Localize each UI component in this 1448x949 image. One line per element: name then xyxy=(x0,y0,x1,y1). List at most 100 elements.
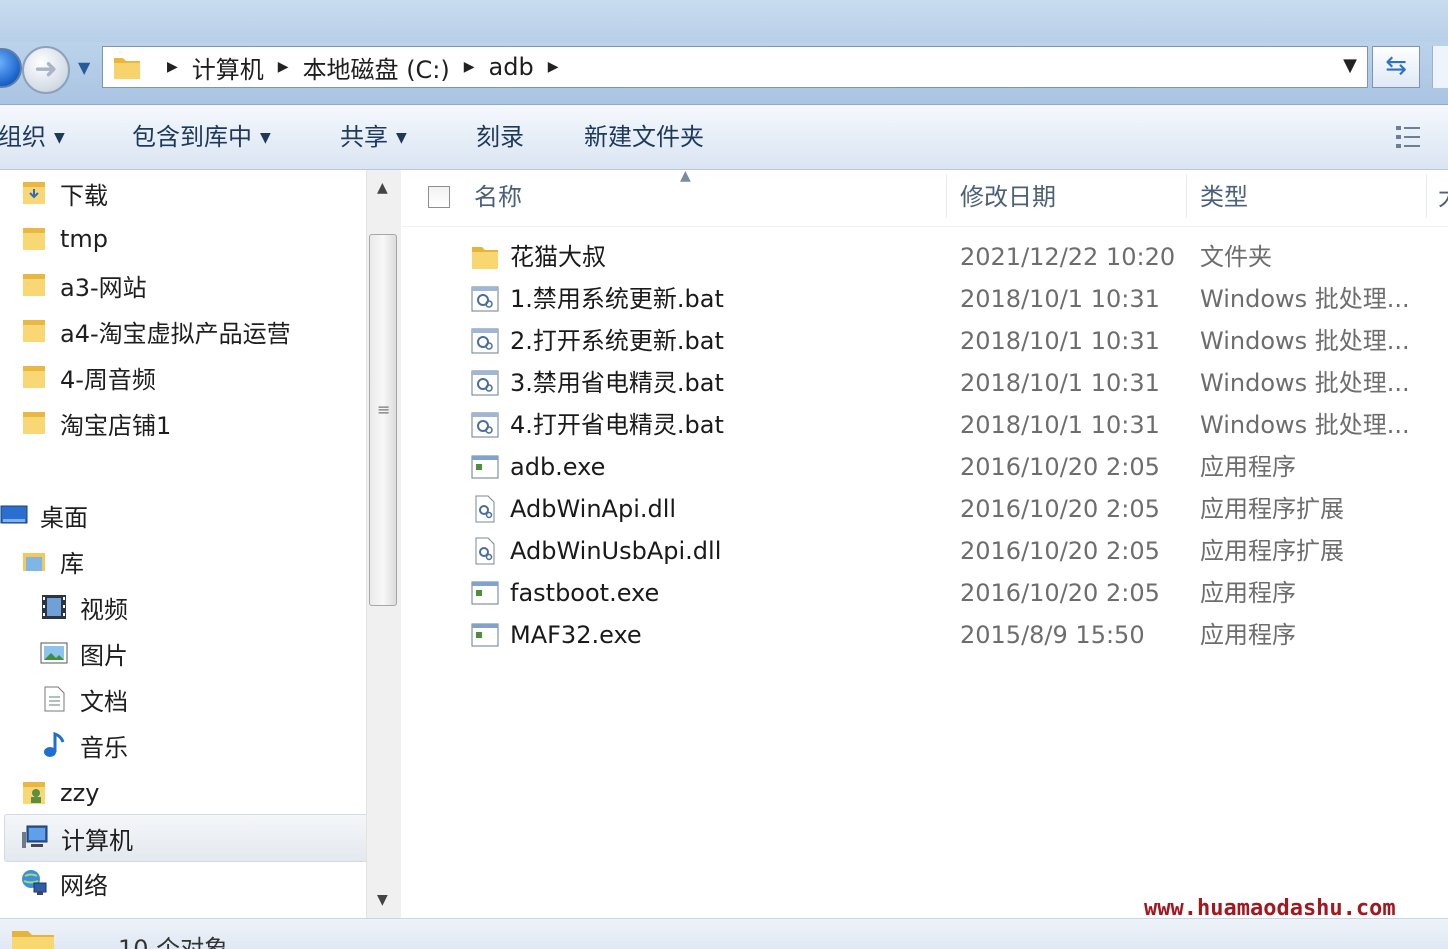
music-icon xyxy=(44,731,65,757)
file-modified: 2021/12/22 10:20 xyxy=(960,243,1176,271)
refresh-button[interactable]: ⇆ xyxy=(1372,46,1420,88)
sidebar-item-a3[interactable]: a3-网站 xyxy=(0,262,366,308)
sidebar-item-label: 文档 xyxy=(80,687,128,716)
column-divider[interactable] xyxy=(946,174,947,218)
sidebar-item-taobao-shop[interactable]: 淘宝店铺1 xyxy=(0,400,366,446)
sidebar-item-user-zzy[interactable]: zzy xyxy=(0,770,366,816)
sidebar-item-audio[interactable]: 4-周音频 xyxy=(0,354,366,400)
breadcrumb-adb[interactable]: adb xyxy=(489,53,534,81)
user-folder-icon xyxy=(23,782,45,804)
sidebar-item-libraries[interactable]: 库 xyxy=(0,538,366,584)
file-row[interactable]: 花猫大叔 2021/12/22 10:20 文件夹 xyxy=(402,236,1448,278)
folder-icon xyxy=(23,274,45,296)
file-row[interactable]: fastboot.exe 2016/10/20 2:05 应用程序 xyxy=(402,572,1448,614)
sidebar-item-label: 音乐 xyxy=(80,733,128,762)
burn-button[interactable]: 刻录 xyxy=(476,105,524,169)
sidebar-item-documents[interactable]: 文档 xyxy=(0,676,366,722)
sidebar-item-downloads[interactable]: 下载 xyxy=(0,170,366,216)
breadcrumb: ▶ 计算机 ▶ 本地磁盘 (C:) ▶ adb ▶ xyxy=(153,47,573,87)
sidebar-item-label: 图片 xyxy=(80,641,128,670)
command-toolbar: 组织 ▼ 包含到库中 ▼ 共享 ▼ 刻录 新建文件夹 xyxy=(0,105,1448,170)
sidebar-item-label: 库 xyxy=(60,549,84,578)
back-button[interactable] xyxy=(0,48,22,88)
include-in-library-label: 包含到库中 xyxy=(132,123,252,151)
column-divider[interactable] xyxy=(1186,174,1187,218)
file-modified: 2018/10/1 10:31 xyxy=(960,369,1160,397)
view-options-icon[interactable] xyxy=(1394,123,1424,151)
file-row[interactable]: 4.打开省电精灵.bat 2018/10/1 10:31 Windows 批处理… xyxy=(402,404,1448,446)
status-bar: 10 个对象 xyxy=(0,918,1448,949)
scroll-down-arrow-icon[interactable]: ▼ xyxy=(377,892,388,908)
breadcrumb-arrow-icon[interactable]: ▶ xyxy=(464,59,475,75)
column-header-date-modified[interactable]: 修改日期 xyxy=(960,170,1186,226)
sidebar-item-label: 网络 xyxy=(60,871,108,900)
sidebar-item-desktop[interactable]: 桌面 xyxy=(0,492,366,538)
scroll-up-arrow-icon[interactable]: ▲ xyxy=(377,180,388,196)
sidebar-item-label: 视频 xyxy=(80,595,128,624)
column-header-size[interactable]: 大 xyxy=(1438,170,1448,226)
sidebar-item-pictures[interactable]: 图片 xyxy=(0,630,366,676)
breadcrumb-computer[interactable]: 计算机 xyxy=(192,50,264,85)
file-type: Windows 批处理... xyxy=(1200,369,1410,397)
folder-icon xyxy=(23,412,45,434)
video-icon xyxy=(42,595,66,619)
navigation-scrollbar[interactable]: ▲ ≡ ▼ xyxy=(366,170,401,918)
picture-icon xyxy=(40,642,68,664)
file-row[interactable]: 2.打开系统更新.bat 2018/10/1 10:31 Windows 批处理… xyxy=(402,320,1448,362)
breadcrumb-arrow-icon[interactable]: ▶ xyxy=(167,59,178,75)
column-header-name[interactable]: 名称 xyxy=(474,170,944,226)
address-history-dropdown-icon[interactable]: ▼ xyxy=(1343,55,1357,76)
address-bar[interactable]: ▶ 计算机 ▶ 本地磁盘 (C:) ▶ adb ▶ ▼ xyxy=(102,46,1368,88)
file-type: Windows 批处理... xyxy=(1200,327,1410,355)
breadcrumb-arrow-icon[interactable]: ▶ xyxy=(278,59,289,75)
chevron-down-icon: ▼ xyxy=(260,130,271,146)
exe-icon xyxy=(471,455,499,479)
forward-button[interactable]: ➜ xyxy=(22,46,70,94)
file-row[interactable]: AdbWinUsbApi.dll 2016/10/20 2:05 应用程序扩展 xyxy=(402,530,1448,572)
file-type: Windows 批处理... xyxy=(1200,411,1410,439)
sidebar-item-label: zzy xyxy=(60,779,100,807)
share-button[interactable]: 共享 ▼ xyxy=(340,105,407,169)
new-folder-button[interactable]: 新建文件夹 xyxy=(584,105,704,169)
sidebar-item-label: tmp xyxy=(60,225,109,253)
include-in-library-button[interactable]: 包含到库中 ▼ xyxy=(132,105,271,169)
organize-button[interactable]: 组织 ▼ xyxy=(0,105,65,169)
file-name: 3.禁用省电精灵.bat xyxy=(510,369,724,397)
column-divider[interactable] xyxy=(1426,174,1427,218)
library-icon xyxy=(23,553,45,571)
sidebar-item-label: a3-网站 xyxy=(60,273,147,302)
batch-file-icon xyxy=(471,286,499,312)
breadcrumb-arrow-icon[interactable]: ▶ xyxy=(548,59,559,75)
scroll-thumb[interactable]: ≡ xyxy=(369,234,397,606)
sidebar-item-label: a4-淘宝虚拟产品运营 xyxy=(60,319,291,348)
sidebar-item-music[interactable]: 音乐 xyxy=(0,722,366,768)
chevron-down-icon: ▼ xyxy=(54,130,65,146)
file-row[interactable]: 3.禁用省电精灵.bat 2018/10/1 10:31 Windows 批处理… xyxy=(402,362,1448,404)
file-type: Windows 批处理... xyxy=(1200,285,1410,313)
file-list: 名称 ▲ 修改日期 类型 大 花猫大叔 2021/12/22 10:20 文件夹… xyxy=(402,168,1448,918)
sidebar-item-label: 下载 xyxy=(60,181,108,210)
sidebar-item-tmp[interactable]: tmp xyxy=(0,216,366,262)
folder-icon xyxy=(23,320,45,342)
document-icon xyxy=(44,686,65,712)
search-box-edge[interactable] xyxy=(1432,46,1448,88)
file-modified: 2018/10/1 10:31 xyxy=(960,411,1160,439)
select-all-checkbox[interactable] xyxy=(428,186,450,208)
sidebar-item-computer[interactable]: 计算机 xyxy=(4,814,366,862)
folder-icon xyxy=(472,247,498,269)
file-row[interactable]: 1.禁用系统更新.bat 2018/10/1 10:31 Windows 批处理… xyxy=(402,278,1448,320)
sidebar-item-a4[interactable]: a4-淘宝虚拟产品运营 xyxy=(0,308,366,354)
file-modified: 2016/10/20 2:05 xyxy=(960,495,1160,523)
sidebar-item-videos[interactable]: 视频 xyxy=(0,584,366,630)
file-modified: 2018/10/1 10:31 xyxy=(960,327,1160,355)
column-header-type[interactable]: 类型 xyxy=(1200,170,1420,226)
file-row[interactable]: AdbWinApi.dll 2016/10/20 2:05 应用程序扩展 xyxy=(402,488,1448,530)
file-row[interactable]: adb.exe 2016/10/20 2:05 应用程序 xyxy=(402,446,1448,488)
file-row[interactable]: MAF32.exe 2015/8/9 15:50 应用程序 xyxy=(402,614,1448,656)
file-modified: 2015/8/9 15:50 xyxy=(960,621,1145,649)
sidebar-item-network[interactable]: 网络 xyxy=(0,860,366,906)
file-name: 1.禁用系统更新.bat xyxy=(510,285,724,313)
file-modified: 2016/10/20 2:05 xyxy=(960,453,1160,481)
recent-pages-dropdown-icon[interactable]: ▼ xyxy=(78,58,90,77)
breadcrumb-local-disk[interactable]: 本地磁盘 (C:) xyxy=(303,50,450,85)
